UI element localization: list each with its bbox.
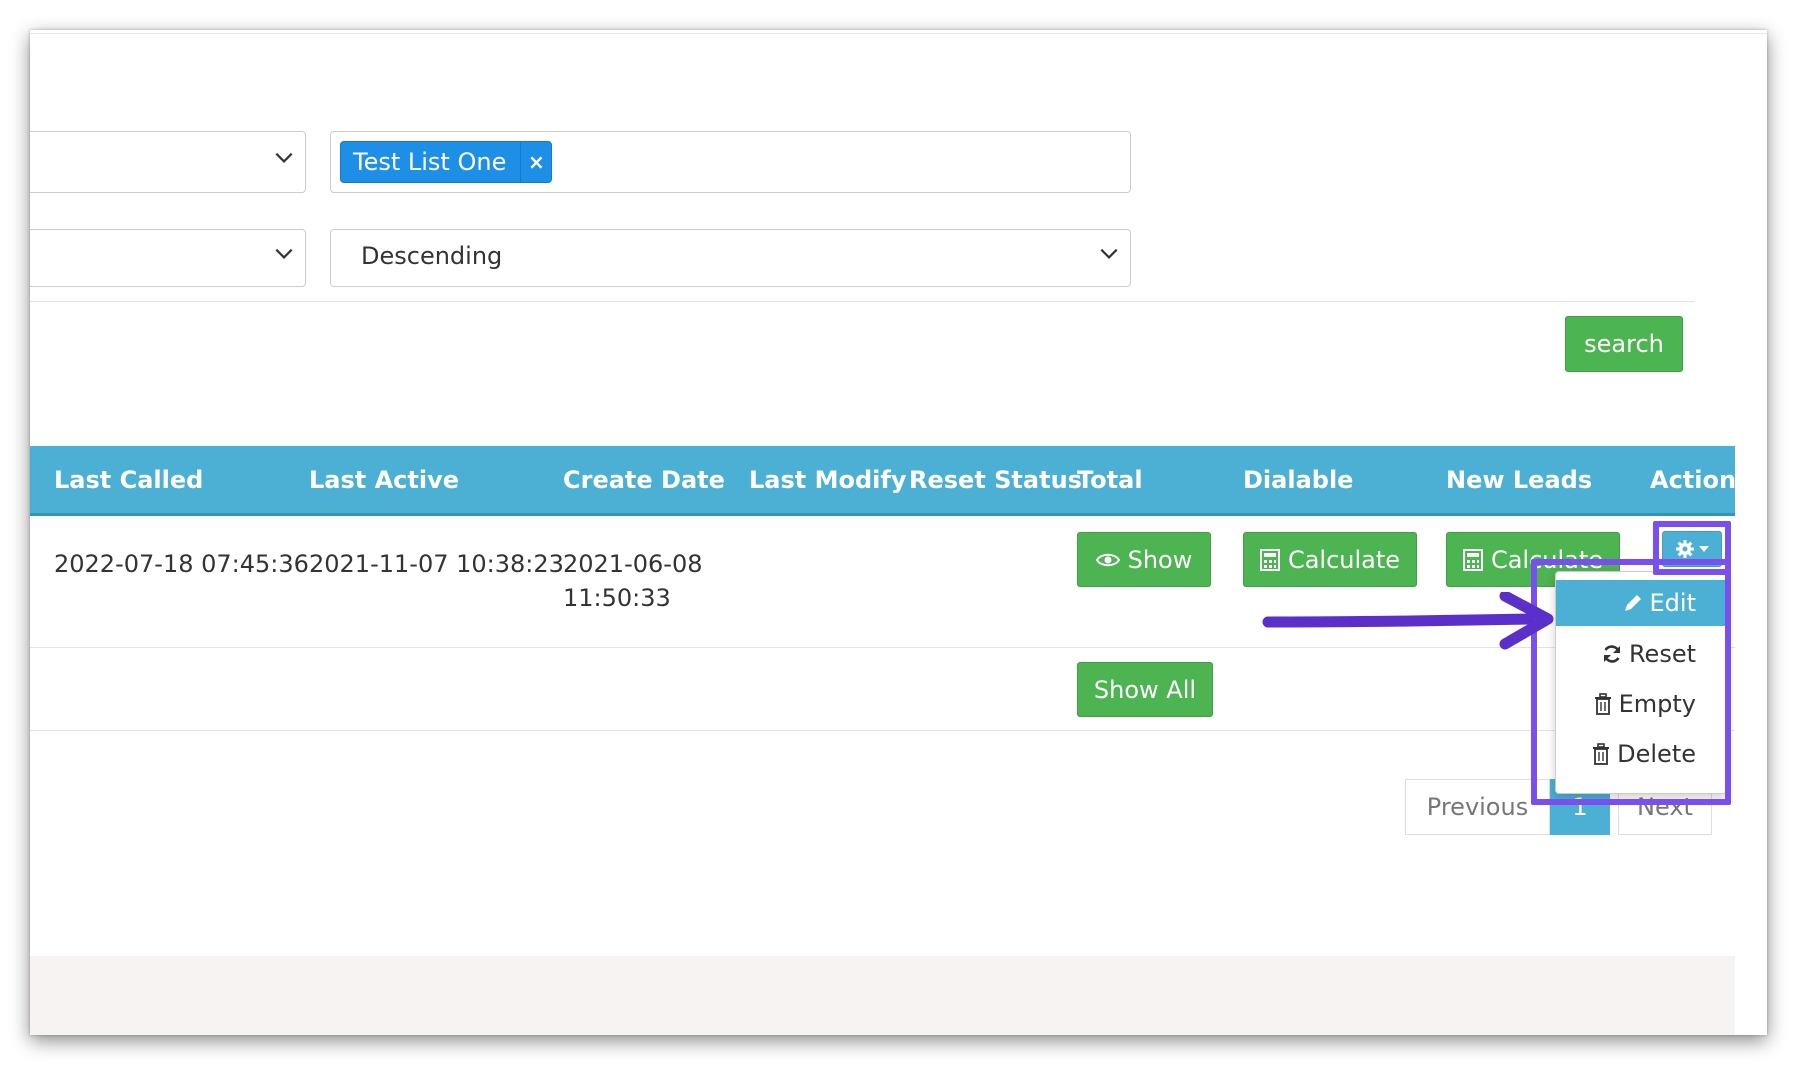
sort-field-select[interactable]	[30, 229, 306, 287]
menu-item-reset[interactable]: Reset	[1556, 631, 1726, 677]
pagination-current-label: 1	[1572, 793, 1588, 821]
col-dialable[interactable]: Dialable	[1243, 466, 1353, 494]
sort-order-select[interactable]: Descending	[330, 229, 1131, 287]
search-button-label: search	[1584, 330, 1664, 358]
action-menu-button[interactable]	[1662, 531, 1722, 567]
refresh-icon	[1603, 645, 1621, 663]
table-bottom-divider	[30, 730, 1735, 731]
selected-list-tag: Test List One ×	[340, 141, 553, 183]
caret-down-icon	[1699, 546, 1709, 552]
menu-item-empty[interactable]: Empty	[1556, 681, 1726, 727]
calculator-icon	[1259, 548, 1280, 571]
chevron-down-icon	[275, 248, 293, 259]
table-header: Last Called Last Active Create Date Last…	[30, 446, 1737, 516]
trash-icon	[1593, 743, 1610, 765]
col-total[interactable]: Total	[1077, 466, 1143, 494]
app-window: Test List One × Descending search Last C…	[30, 30, 1767, 1035]
list-select[interactable]	[30, 131, 306, 193]
list-multiselect-field[interactable]: Test List One ×	[330, 131, 1131, 193]
menu-item-empty-label: Empty	[1618, 690, 1696, 718]
pagination-previous[interactable]: Previous	[1405, 779, 1550, 835]
menu-item-delete[interactable]: Delete	[1556, 731, 1726, 777]
pagination-previous-label: Previous	[1426, 793, 1529, 821]
calculate-dialable-label: Calculate	[1287, 545, 1401, 574]
action-dropdown-menu: Edit Reset Empty Delete	[1555, 571, 1727, 794]
calculator-icon	[1462, 548, 1483, 571]
menu-item-delete-label: Delete	[1617, 740, 1696, 768]
col-last-modify[interactable]: Last Modify	[749, 466, 906, 494]
sort-order-value: Descending	[361, 242, 503, 270]
top-divider	[30, 33, 1767, 34]
col-create-date[interactable]: Create Date	[563, 466, 725, 494]
col-reset-status[interactable]: Reset Status	[909, 466, 1082, 494]
chevron-down-icon	[275, 152, 293, 163]
calculate-new-leads-label: Calculate	[1490, 545, 1604, 574]
eye-icon	[1095, 553, 1120, 566]
selected-list-tag-label: Test List One	[353, 148, 507, 176]
calculate-dialable-button[interactable]: Calculate	[1243, 532, 1417, 587]
pagination-next-label: Next	[1637, 793, 1693, 821]
menu-item-edit-label: Edit	[1649, 589, 1696, 617]
filter-divider	[30, 301, 1695, 302]
show-total-button[interactable]: Show	[1077, 532, 1211, 587]
cell-last-active: 2021-11-07 10:38:23	[309, 550, 564, 578]
footer-area	[30, 956, 1735, 1035]
cell-last-called: 2022-07-18 07:45:36	[54, 550, 309, 578]
chevron-down-icon	[1100, 248, 1118, 259]
col-new-leads[interactable]: New Leads	[1446, 466, 1592, 494]
menu-item-edit[interactable]: Edit	[1556, 580, 1726, 626]
col-last-called[interactable]: Last Called	[54, 466, 203, 494]
pencil-icon	[1624, 595, 1641, 611]
show-total-label: Show	[1127, 545, 1193, 574]
annotation-arrow-icon	[1262, 592, 1554, 650]
trash-icon	[1594, 693, 1611, 715]
menu-item-reset-label: Reset	[1628, 640, 1696, 668]
search-button[interactable]: search	[1565, 316, 1683, 372]
remove-tag-button[interactable]: ×	[520, 142, 551, 182]
cell-create-date-time: 11:50:33	[563, 584, 671, 612]
show-all-button[interactable]: Show All	[1077, 662, 1213, 717]
gear-icon	[1676, 540, 1694, 558]
show-all-label: Show All	[1093, 675, 1197, 704]
cell-create-date-day: 2021-06-08	[563, 550, 703, 578]
col-action: Action	[1650, 466, 1737, 494]
col-last-active[interactable]: Last Active	[309, 466, 459, 494]
